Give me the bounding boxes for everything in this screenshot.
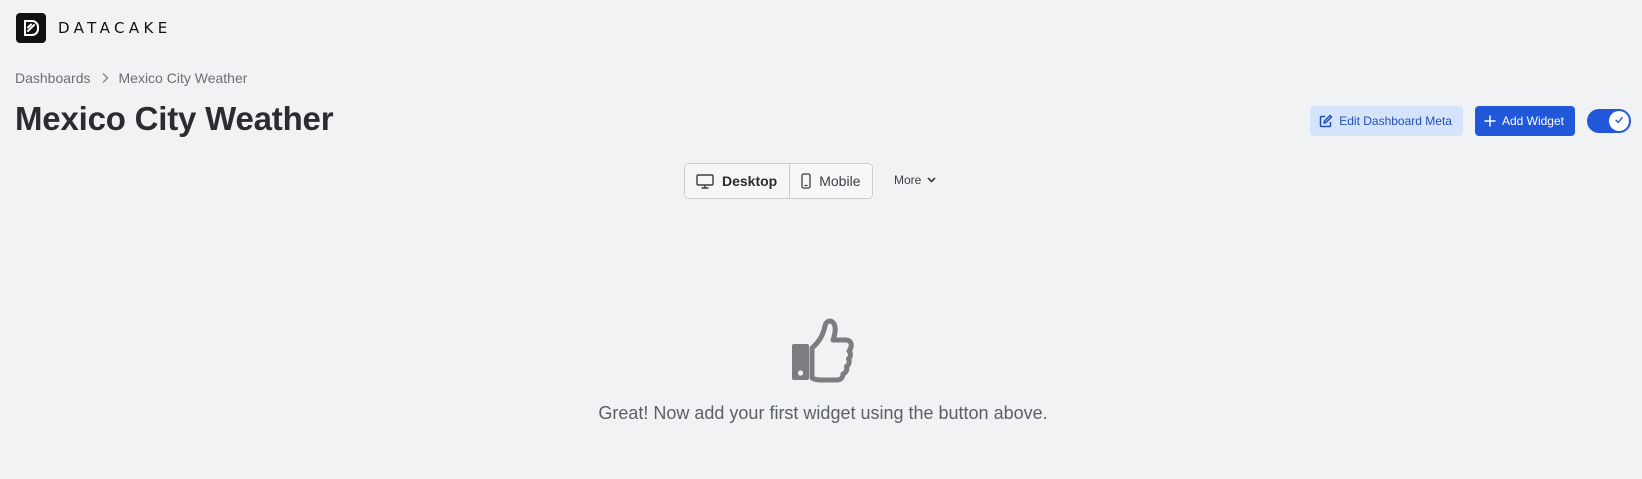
mobile-phone-icon — [801, 173, 811, 189]
more-label: More — [894, 173, 922, 187]
add-widget-label: Add Widget — [1501, 114, 1564, 128]
view-option-desktop-label: Desktop — [722, 173, 778, 189]
pencil-square-icon — [1319, 114, 1333, 128]
more-menu-button[interactable]: More — [894, 173, 936, 187]
logo-text: DATACAKE — [58, 19, 172, 37]
breadcrumb-dashboards[interactable]: Dashboards — [15, 70, 91, 86]
thumbs-up-icon — [790, 318, 854, 389]
page-title: Mexico City Weather — [15, 100, 334, 137]
edit-mode-toggle[interactable] — [1587, 109, 1631, 133]
breadcrumb: Dashboards Mexico City Weather — [15, 70, 247, 86]
check-icon — [1614, 112, 1624, 130]
header-actions: Edit Dashboard Meta Add Widget — [1310, 106, 1631, 136]
view-switch: Desktop Mobile — [684, 163, 874, 199]
empty-state-message: Great! Now add your first widget using t… — [598, 403, 1048, 423]
breadcrumb-current: Mexico City Weather — [118, 70, 248, 86]
view-option-desktop[interactable]: Desktop — [685, 164, 790, 198]
dashboard-page: DATACAKE Dashboards Mexico City Weather … — [0, 0, 1642, 479]
chevron-right-icon — [101, 72, 109, 84]
datacake-logo-icon — [16, 13, 46, 43]
toggle-knob — [1609, 111, 1629, 131]
add-widget-button[interactable]: Add Widget — [1474, 106, 1575, 136]
desktop-monitor-icon — [696, 173, 714, 189]
chevron-down-icon — [927, 177, 936, 183]
view-option-mobile[interactable]: Mobile — [789, 164, 873, 198]
plus-icon — [1484, 115, 1496, 127]
app-logo[interactable]: DATACAKE — [16, 13, 172, 43]
view-option-mobile-label: Mobile — [819, 173, 861, 189]
edit-dashboard-meta-button[interactable]: Edit Dashboard Meta — [1310, 106, 1463, 136]
edit-dashboard-meta-label: Edit Dashboard Meta — [1339, 114, 1452, 128]
